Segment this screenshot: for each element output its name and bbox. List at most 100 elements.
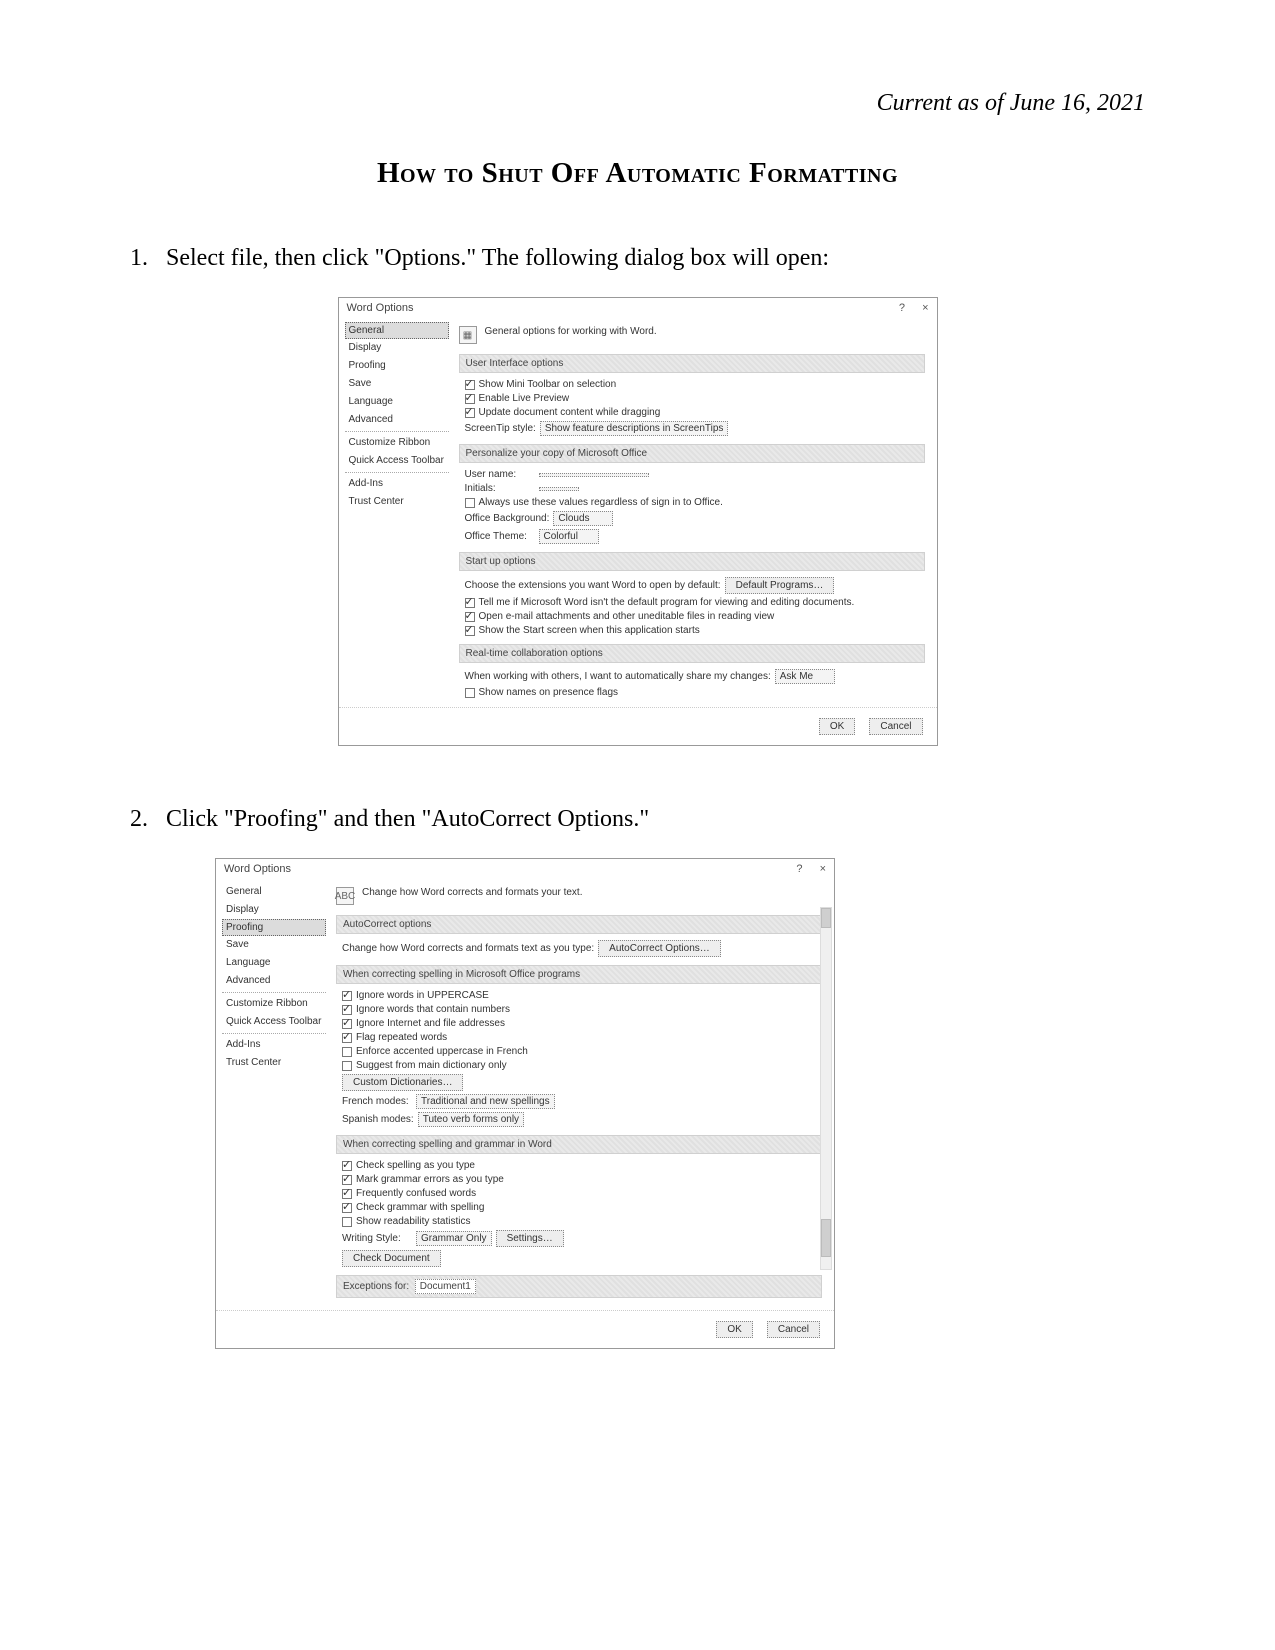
step-2: 2. Click "Proofing" and then "AutoCorrec… <box>130 806 1145 833</box>
sidebar-item-display[interactable]: Display <box>222 901 326 919</box>
label-start-screen: Show the Start screen when this applicat… <box>479 625 700 636</box>
checkbox-flag-repeated[interactable] <box>342 1033 352 1043</box>
cancel-button[interactable]: Cancel <box>767 1321 820 1338</box>
initials-label: Initials: <box>465 483 535 494</box>
help-icon[interactable]: ? <box>796 863 802 875</box>
checkbox-default-program[interactable] <box>465 598 475 608</box>
checkbox-live-preview[interactable] <box>465 394 475 404</box>
spanish-modes-select[interactable]: Tuteo verb forms only <box>418 1112 524 1127</box>
checkbox-french-accent[interactable] <box>342 1047 352 1057</box>
sidebar-item-language[interactable]: Language <box>222 954 326 972</box>
options-sidebar: General Display Proofing Save Language A… <box>339 316 449 707</box>
checkbox-mark-grammar[interactable] <box>342 1175 352 1185</box>
step-1: 1. Select file, then click "Options." Th… <box>130 245 1145 272</box>
label-mini-toolbar: Show Mini Toolbar on selection <box>479 379 617 390</box>
date-line: Current as of June 16, 2021 <box>130 90 1145 117</box>
office-bg-select[interactable]: Clouds <box>553 511 613 526</box>
sidebar-item-advanced[interactable]: Advanced <box>222 972 326 990</box>
sidebar-item-quick-access[interactable]: Quick Access Toolbar <box>345 452 449 470</box>
label-ignore-internet: Ignore Internet and file addresses <box>356 1018 505 1029</box>
sidebar-item-addins[interactable]: Add-Ins <box>222 1036 326 1054</box>
choose-ext-label: Choose the extensions you want Word to o… <box>465 580 721 591</box>
cancel-button[interactable]: Cancel <box>869 718 922 735</box>
checkbox-mini-toolbar[interactable] <box>465 380 475 390</box>
checkbox-update-dragging[interactable] <box>465 408 475 418</box>
step-text: Click "Proofing" and then "AutoCorrect O… <box>166 806 649 832</box>
sidebar-item-proofing[interactable]: Proofing <box>345 357 449 375</box>
sidebar-item-display[interactable]: Display <box>345 339 449 357</box>
share-changes-label: When working with others, I want to auto… <box>465 671 771 682</box>
checkbox-ignore-upper[interactable] <box>342 991 352 1001</box>
username-label: User name: <box>465 469 535 480</box>
sidebar-item-save[interactable]: Save <box>345 375 449 393</box>
share-changes-select[interactable]: Ask Me <box>775 669 835 684</box>
label-default-program: Tell me if Microsoft Word isn't the defa… <box>479 597 855 608</box>
autocorrect-options-button[interactable]: AutoCorrect Options… <box>598 940 721 957</box>
default-programs-button[interactable]: Default Programs… <box>725 577 835 594</box>
checkbox-readability[interactable] <box>342 1217 352 1227</box>
checkbox-ignore-numbers[interactable] <box>342 1005 352 1015</box>
exceptions-label: Exceptions for: <box>343 1281 409 1292</box>
checkbox-always-values[interactable] <box>465 498 475 508</box>
general-icon: ▦ <box>459 326 477 344</box>
ok-button[interactable]: OK <box>819 718 855 735</box>
options-content: ABC Change how Word corrects and formats… <box>326 877 834 1310</box>
exceptions-select[interactable]: Document1 <box>415 1279 476 1294</box>
scrollbar-thumb-bottom[interactable] <box>821 1219 831 1257</box>
checkbox-grammar-spelling[interactable] <box>342 1203 352 1213</box>
ok-button[interactable]: OK <box>716 1321 752 1338</box>
dialog-title: Word Options <box>224 863 291 875</box>
office-theme-label: Office Theme: <box>465 531 535 542</box>
sidebar-item-customize-ribbon[interactable]: Customize Ribbon <box>345 434 449 452</box>
office-bg-label: Office Background: <box>465 513 550 524</box>
sidebar-item-addins[interactable]: Add-Ins <box>345 475 449 493</box>
word-options-dialog-general: Word Options ? × General Display Proofin… <box>338 297 938 746</box>
close-icon[interactable]: × <box>820 863 826 875</box>
scrollbar-thumb-top[interactable] <box>821 908 831 928</box>
dialog-title: Word Options <box>347 302 414 314</box>
sidebar-item-advanced[interactable]: Advanced <box>345 411 449 429</box>
sidebar-item-general[interactable]: General <box>222 883 326 901</box>
french-modes-select[interactable]: Traditional and new spellings <box>416 1094 555 1109</box>
panel-description: Change how Word corrects and formats you… <box>362 887 582 898</box>
panel-description: General options for working with Word. <box>485 326 657 337</box>
document-page: Current as of June 16, 2021 How to Shut … <box>0 0 1275 1650</box>
french-modes-label: French modes: <box>342 1096 412 1107</box>
checkbox-show-names[interactable] <box>465 688 475 698</box>
checkbox-main-dict[interactable] <box>342 1061 352 1071</box>
sidebar-item-trust-center[interactable]: Trust Center <box>345 493 449 511</box>
check-document-button[interactable]: Check Document <box>342 1250 441 1267</box>
initials-input[interactable] <box>539 487 579 491</box>
checkbox-start-screen[interactable] <box>465 626 475 636</box>
username-input[interactable] <box>539 473 649 477</box>
checkbox-check-spelling[interactable] <box>342 1161 352 1171</box>
label-update-dragging: Update document content while dragging <box>479 407 661 418</box>
vertical-scrollbar[interactable] <box>820 907 832 1270</box>
checkbox-ignore-internet[interactable] <box>342 1019 352 1029</box>
sidebar-item-general[interactable]: General <box>345 322 449 339</box>
sidebar-item-save[interactable]: Save <box>222 936 326 954</box>
label-french-accent: Enforce accented uppercase in French <box>356 1046 528 1057</box>
sidebar-item-proofing[interactable]: Proofing <box>222 919 326 936</box>
section-startup: Start up options <box>459 552 925 571</box>
section-personalize: Personalize your copy of Microsoft Offic… <box>459 444 925 463</box>
screentip-select[interactable]: Show feature descriptions in ScreenTips <box>540 421 729 436</box>
autocorrect-line: Change how Word corrects and formats tex… <box>342 943 594 954</box>
sidebar-item-language[interactable]: Language <box>345 393 449 411</box>
label-check-spelling: Check spelling as you type <box>356 1160 475 1171</box>
sidebar-item-quick-access[interactable]: Quick Access Toolbar <box>222 1013 326 1031</box>
settings-button[interactable]: Settings… <box>496 1230 564 1247</box>
label-reading-view: Open e-mail attachments and other unedit… <box>479 611 775 622</box>
sidebar-item-trust-center[interactable]: Trust Center <box>222 1054 326 1072</box>
section-exceptions: Exceptions for: Document1 <box>336 1275 822 1298</box>
close-icon[interactable]: × <box>922 302 928 314</box>
page-title: How to Shut Off Automatic Formatting <box>130 157 1145 190</box>
help-icon[interactable]: ? <box>899 302 905 314</box>
office-theme-select[interactable]: Colorful <box>539 529 599 544</box>
checkbox-confused-words[interactable] <box>342 1189 352 1199</box>
custom-dictionaries-button[interactable]: Custom Dictionaries… <box>342 1074 463 1091</box>
checkbox-reading-view[interactable] <box>465 612 475 622</box>
sidebar-item-customize-ribbon[interactable]: Customize Ribbon <box>222 995 326 1013</box>
writing-style-select[interactable]: Grammar Only <box>416 1231 492 1246</box>
step-number: 2. <box>130 806 160 833</box>
